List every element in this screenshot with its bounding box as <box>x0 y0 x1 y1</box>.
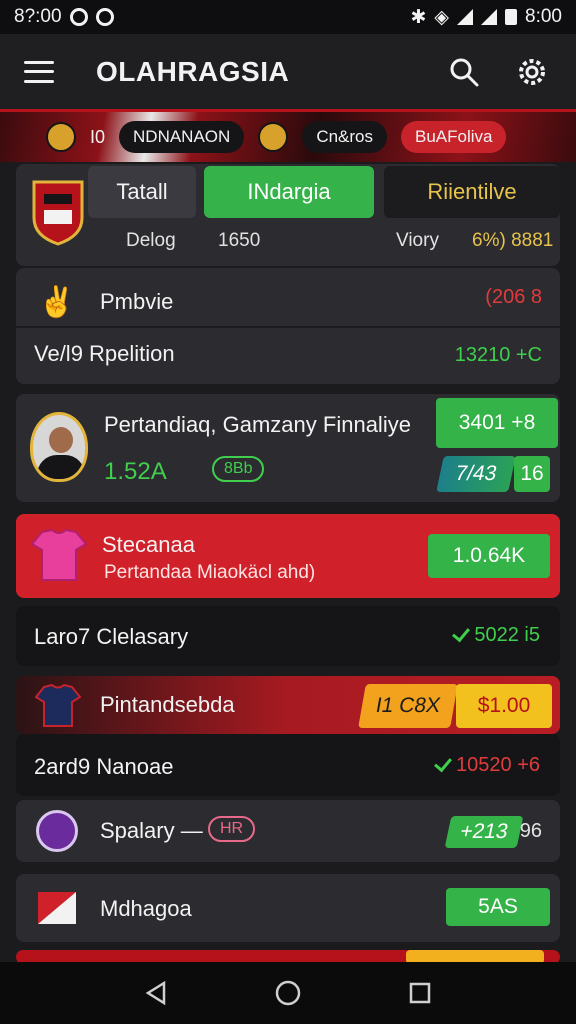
nanoae-value-wrap: 10520 +6 <box>434 753 540 777</box>
prediction-value: (206 8 <box>485 286 542 308</box>
tab-riientilve[interactable]: Riientilve <box>384 166 560 218</box>
hand-icon: ✌ <box>38 285 76 319</box>
wifi-icon <box>457 9 474 25</box>
banner-team-b[interactable]: Cn&ros <box>302 121 387 153</box>
match-banner: I0 NDNANAON Cn&ros BuAFoliva <box>0 112 576 162</box>
jersey-title: Stecanaa <box>102 532 195 557</box>
nanoae-label: 2ard9 Nanoae <box>34 754 174 779</box>
last-value: 5022 i5 <box>474 624 540 646</box>
banner-team-a[interactable]: NDNANAON <box>119 121 245 153</box>
prediction-card[interactable]: ✌ Pmbvie (206 8 Ve/l9 Rpelition 13210 +C <box>16 268 560 384</box>
last-value-wrap: 5022 i5 <box>452 623 540 647</box>
nanoae-card[interactable]: 2ard9 Nanoae 10520 +6 <box>16 734 560 796</box>
status-clock-right: 8:00 <box>525 6 562 27</box>
spalary-badge: HR <box>208 816 256 842</box>
shield-icon <box>258 122 289 152</box>
flag-icon <box>36 886 78 933</box>
recents-icon[interactable] <box>400 973 440 1013</box>
check-icon <box>434 753 452 773</box>
summary-card: Tatall INdargia Riientilve Delog 1650 Vi… <box>16 164 560 266</box>
mdhagoa-value-button[interactable]: 5AS <box>446 888 550 926</box>
bluetooth-icon: ✱ <box>410 6 427 28</box>
status-time: 8?:00 <box>14 6 62 27</box>
jersey-card[interactable]: Stecanaa Pertandaa Miaokäcl ahd) 1.0.64K <box>16 514 560 598</box>
jersey-subtitle: Pertandaa Miaokäcl ahd) <box>104 562 316 583</box>
tab-indargia[interactable]: INdargia <box>204 166 374 218</box>
last-card[interactable]: Laro7 Clelasary 5022 i5 <box>16 606 560 666</box>
prediction-title: Pmbvie <box>100 289 174 314</box>
player-stat: 1.52A <box>104 458 167 485</box>
spalary-label: Spalary — <box>100 818 203 843</box>
player-name: Pertandiaq, Gamzany Finnaliye <box>104 412 411 437</box>
prediction-sub-value: 13210 +C <box>454 344 542 366</box>
signal-icon <box>481 9 498 25</box>
nanoae-value: 10520 +6 <box>456 754 540 776</box>
player-odds-b-button[interactable]: 16 <box>514 456 550 492</box>
system-nav-bar <box>0 962 576 1024</box>
banner-team-c[interactable]: BuAFoliva <box>401 121 507 153</box>
search-icon[interactable] <box>444 52 484 92</box>
app-title: OLAHRAGSIA <box>96 55 290 87</box>
team-crest-icon <box>46 122 76 152</box>
summary-a-value: 1650 <box>218 230 261 251</box>
app-notification-icon <box>95 8 114 26</box>
gear-icon[interactable] <box>512 52 552 92</box>
menu-icon[interactable] <box>24 60 54 83</box>
spalary-extra: 96 <box>519 820 542 842</box>
back-icon[interactable] <box>136 973 176 1013</box>
check-icon <box>452 623 471 643</box>
shirt-icon <box>34 683 82 733</box>
mdhagoa-card[interactable]: Mdhagoa 5AS <box>16 874 560 942</box>
pintand-card[interactable]: Pintandsebda I1 C8X $1.00 <box>16 676 560 734</box>
tab-total[interactable]: Tatall <box>88 166 196 218</box>
pintand-title: Pintandsebda <box>100 692 235 717</box>
app-bar: OLAHRAGSIA <box>0 34 576 112</box>
summary-b-label: Viory <box>396 230 439 251</box>
last-label: Laro7 Clelasary <box>34 624 189 649</box>
battery-icon <box>505 9 518 25</box>
status-bar: 8?:00 ✱ ◈ 8:00 <box>0 0 576 34</box>
spalary-card[interactable]: Spalary — HR +213 96 <box>16 800 560 862</box>
prediction-sub-label: Ve/l9 Rpelition <box>34 341 175 366</box>
banner-left-code: I0 <box>90 126 106 147</box>
status-left: 8?:00 <box>14 6 114 28</box>
summary-b-value: 6%) 8881 <box>472 230 554 251</box>
mdhagoa-label: Mdhagoa <box>100 896 192 921</box>
jersey-icon <box>30 528 88 587</box>
jersey-value-button[interactable]: 1.0.64K <box>428 534 550 578</box>
player-odds-button[interactable]: 3401 +8 <box>436 398 558 448</box>
spalary-odds-button[interactable]: +213 <box>444 816 524 848</box>
player-odds-a-button[interactable]: 7/43 <box>436 456 516 492</box>
vibrate-icon: ◈ <box>434 6 450 28</box>
home-icon[interactable] <box>268 973 308 1013</box>
player-badge: 8Bb <box>212 456 265 482</box>
player-card[interactable]: Pertandiaq, Gamzany Finnaliye 1.52A 8Bb … <box>16 394 560 502</box>
pintand-price-button[interactable]: $1.00 <box>456 684 552 728</box>
avatar <box>30 412 88 482</box>
club-logo-icon <box>30 178 86 246</box>
notification-icon <box>69 8 88 26</box>
pintand-odds-button[interactable]: I1 C8X <box>358 684 458 728</box>
club-badge-icon <box>36 810 78 852</box>
status-right: ✱ ◈ 8:00 <box>410 6 562 29</box>
summary-a-label: Delog <box>126 230 176 251</box>
